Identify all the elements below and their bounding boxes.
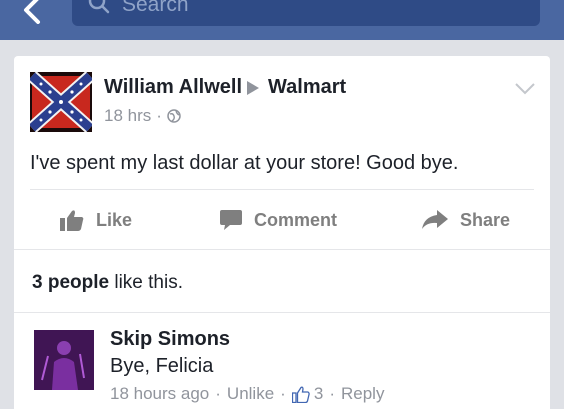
post-author-name[interactable]: William Allwell bbox=[104, 76, 242, 99]
comment-timestamp: 18 hours ago bbox=[110, 384, 210, 403]
author-avatar[interactable] bbox=[30, 72, 92, 132]
comment-meta: 18 hours ago · Unlike · 3 · Reply bbox=[110, 384, 384, 404]
meta-separator: · bbox=[329, 384, 335, 403]
comment-icon bbox=[220, 210, 242, 230]
thumbs-up-icon bbox=[60, 210, 84, 231]
like-button[interactable]: Like bbox=[60, 206, 132, 234]
search-input[interactable]: Search bbox=[72, 0, 540, 26]
navigation-bar: Search bbox=[0, 0, 564, 40]
commenter-avatar[interactable] bbox=[34, 330, 94, 390]
meta-separator: · bbox=[156, 106, 162, 125]
triangle-right-icon bbox=[247, 81, 259, 95]
meta-separator: · bbox=[215, 384, 221, 403]
divider bbox=[14, 312, 550, 313]
post-timestamp[interactable]: 18 hrs bbox=[104, 106, 151, 126]
search-placeholder: Search bbox=[122, 0, 189, 16]
back-button[interactable] bbox=[20, 0, 48, 24]
post-meta: 18 hrs · bbox=[104, 106, 181, 126]
comment-button[interactable]: Comment bbox=[220, 206, 337, 234]
share-arrow-icon bbox=[422, 210, 448, 229]
unlike-button[interactable]: Unlike bbox=[227, 384, 274, 404]
commenter-photo bbox=[34, 330, 94, 390]
divider bbox=[14, 249, 550, 250]
search-icon bbox=[88, 0, 110, 14]
likes-count: 3 people bbox=[32, 272, 110, 293]
post-text: I've spent my last dollar at your store!… bbox=[30, 152, 459, 174]
thumbs-up-icon bbox=[291, 386, 310, 403]
likes-suffix: like this. bbox=[109, 272, 183, 293]
chevron-left-icon bbox=[24, 0, 40, 24]
likes-summary[interactable]: 3 people like this. bbox=[32, 272, 183, 294]
globe-icon bbox=[167, 109, 181, 123]
comment-like-count[interactable]: 3 bbox=[314, 384, 323, 404]
reply-button[interactable]: Reply bbox=[341, 384, 384, 404]
commenter-name[interactable]: Skip Simons bbox=[110, 328, 230, 351]
chevron-down-icon[interactable] bbox=[514, 82, 536, 96]
comment-label: Comment bbox=[254, 209, 338, 230]
comment-text: Bye, Felicia bbox=[110, 355, 214, 377]
confederate-flag-image bbox=[30, 72, 92, 132]
like-label: Like bbox=[96, 209, 133, 230]
meta-separator: · bbox=[280, 384, 286, 403]
post-target-page[interactable]: Walmart bbox=[268, 76, 346, 99]
share-label: Share bbox=[460, 209, 511, 230]
share-button[interactable]: Share bbox=[422, 206, 510, 234]
post-card: William Allwell Walmart 18 hrs · I've sp… bbox=[14, 56, 550, 409]
divider bbox=[30, 189, 534, 190]
